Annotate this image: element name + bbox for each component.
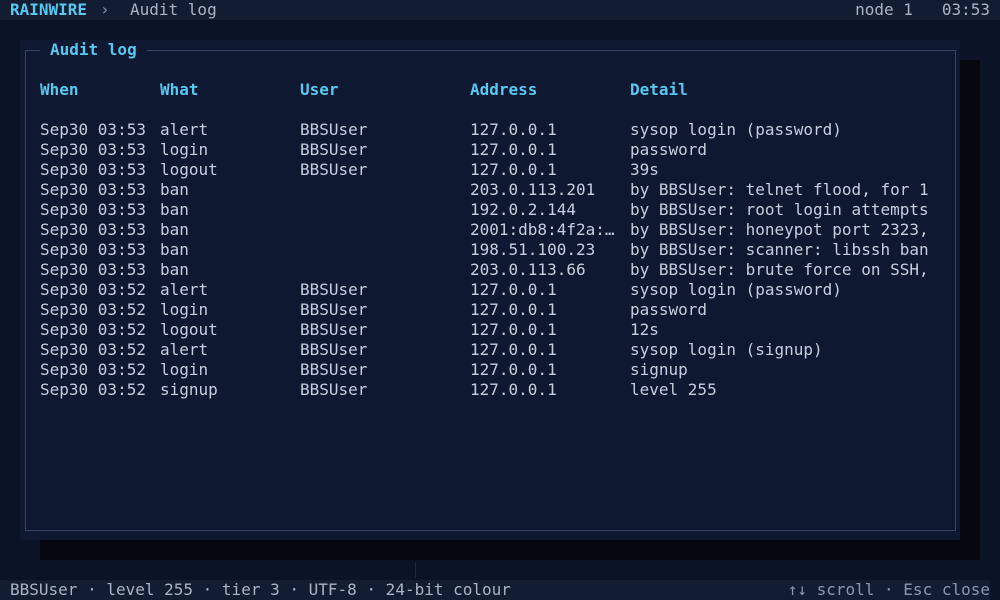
cell-detail: sysop login (password) xyxy=(630,120,842,139)
audit-log-modal: Audit log When What User Address Detail … xyxy=(20,40,960,540)
cell-when: Sep30 03:52 xyxy=(40,340,146,359)
clock: 03:53 xyxy=(941,0,990,19)
node-label: node 1 xyxy=(855,0,913,19)
cell-detail: signup xyxy=(630,360,688,379)
cell-what: ban xyxy=(160,240,189,259)
column-header-when: When xyxy=(40,80,79,99)
cell-user: BBSUser xyxy=(300,160,368,179)
cell-user: BBSUser xyxy=(300,280,368,299)
cell-user: BBSUser xyxy=(300,320,368,339)
cell-what: logout xyxy=(160,160,218,179)
cell-address: 127.0.0.1 xyxy=(470,140,557,159)
cell-detail: by BBSUser: root login attempts xyxy=(630,200,929,219)
cell-address: 127.0.0.1 xyxy=(470,380,557,399)
cell-address: 127.0.0.1 xyxy=(470,340,557,359)
cell-address: 127.0.0.1 xyxy=(470,120,557,139)
modal-title: Audit log xyxy=(40,40,147,60)
cell-what: alert xyxy=(160,340,209,359)
cell-what: alert xyxy=(160,120,209,139)
cell-when: Sep30 03:52 xyxy=(40,280,146,299)
cell-when: Sep30 03:53 xyxy=(40,120,146,139)
cell-when: Sep30 03:53 xyxy=(40,180,146,199)
cell-when: Sep30 03:53 xyxy=(40,200,146,219)
cell-user: BBSUser xyxy=(300,120,368,139)
table-header: When What User Address Detail xyxy=(40,80,688,100)
cell-what: logout xyxy=(160,320,218,339)
status-bar: BBSUser · level 255 · tier 3 · UTF-8 · 2… xyxy=(0,580,990,600)
cell-user: BBSUser xyxy=(300,300,368,319)
column-header-what: What xyxy=(160,80,199,99)
cell-when: Sep30 03:52 xyxy=(40,300,146,319)
cell-what: ban xyxy=(160,260,189,279)
status-info: BBSUser · level 255 · tier 3 · UTF-8 · 2… xyxy=(10,580,511,599)
cell-address: 127.0.0.1 xyxy=(470,300,557,319)
cell-detail: 39s xyxy=(630,160,659,179)
cell-user: BBSUser xyxy=(300,360,368,379)
cell-detail: 12s xyxy=(630,320,659,339)
cell-address: 127.0.0.1 xyxy=(470,280,557,299)
cell-user: BBSUser xyxy=(300,340,368,359)
cell-detail: by BBSUser: scanner: libssh ban xyxy=(630,240,929,259)
cell-what: login xyxy=(160,300,209,319)
key-hints: ↑↓ scroll · Esc close xyxy=(787,580,990,599)
cell-address: 127.0.0.1 xyxy=(470,160,557,179)
cell-when: Sep30 03:52 xyxy=(40,360,146,379)
column-header-user: User xyxy=(300,80,339,99)
cell-detail: password xyxy=(630,300,708,319)
cell-when: Sep30 03:53 xyxy=(40,160,146,179)
cell-address: 127.0.0.1 xyxy=(470,320,557,339)
cell-address: 203.0.113.201 xyxy=(470,180,596,199)
cell-when: Sep30 03:53 xyxy=(40,240,146,259)
cell-user: BBSUser xyxy=(300,380,368,399)
cell-detail: level 255 xyxy=(630,380,717,399)
cell-user: BBSUser xyxy=(300,140,368,159)
cell-when: Sep30 03:53 xyxy=(40,260,146,279)
cell-detail: by BBSUser: telnet flood, for 1 xyxy=(630,180,929,199)
cell-what: alert xyxy=(160,280,209,299)
column-header-detail: Detail xyxy=(630,80,688,99)
column-header-address: Address xyxy=(470,80,538,99)
cell-address: 198.51.100.23 xyxy=(470,240,596,259)
cell-what: signup xyxy=(160,380,218,399)
cell-what: ban xyxy=(160,220,189,239)
cell-detail: by BBSUser: honeypot port 2323, xyxy=(630,220,929,239)
cell-address: 203.0.113.66 xyxy=(470,260,586,279)
app-title: RAINWIRE xyxy=(10,0,88,19)
cell-address: 192.0.2.144 xyxy=(470,200,576,219)
cell-when: Sep30 03:53 xyxy=(40,140,146,159)
breadcrumb: Audit log xyxy=(130,0,217,19)
top-bar: RAINWIRE › Audit log node 1 03:53 xyxy=(0,0,1000,20)
cell-detail: sysop login (password) xyxy=(630,280,842,299)
cell-what: ban xyxy=(160,200,189,219)
divider xyxy=(415,562,416,578)
breadcrumb-separator: › xyxy=(100,0,110,19)
cell-detail: by BBSUser: brute force on SSH, xyxy=(630,260,929,279)
cell-detail: sysop login (signup) xyxy=(630,340,823,359)
cell-address: 2001:db8:4f2a:… xyxy=(470,220,615,239)
node-clock: node 1 03:53 xyxy=(855,0,990,20)
cell-what: ban xyxy=(160,180,189,199)
cell-when: Sep30 03:52 xyxy=(40,320,146,339)
cell-address: 127.0.0.1 xyxy=(470,360,557,379)
cell-when: Sep30 03:52 xyxy=(40,380,146,399)
cell-what: login xyxy=(160,140,209,159)
cell-what: login xyxy=(160,360,209,379)
cell-when: Sep30 03:53 xyxy=(40,220,146,239)
cell-detail: password xyxy=(630,140,708,159)
